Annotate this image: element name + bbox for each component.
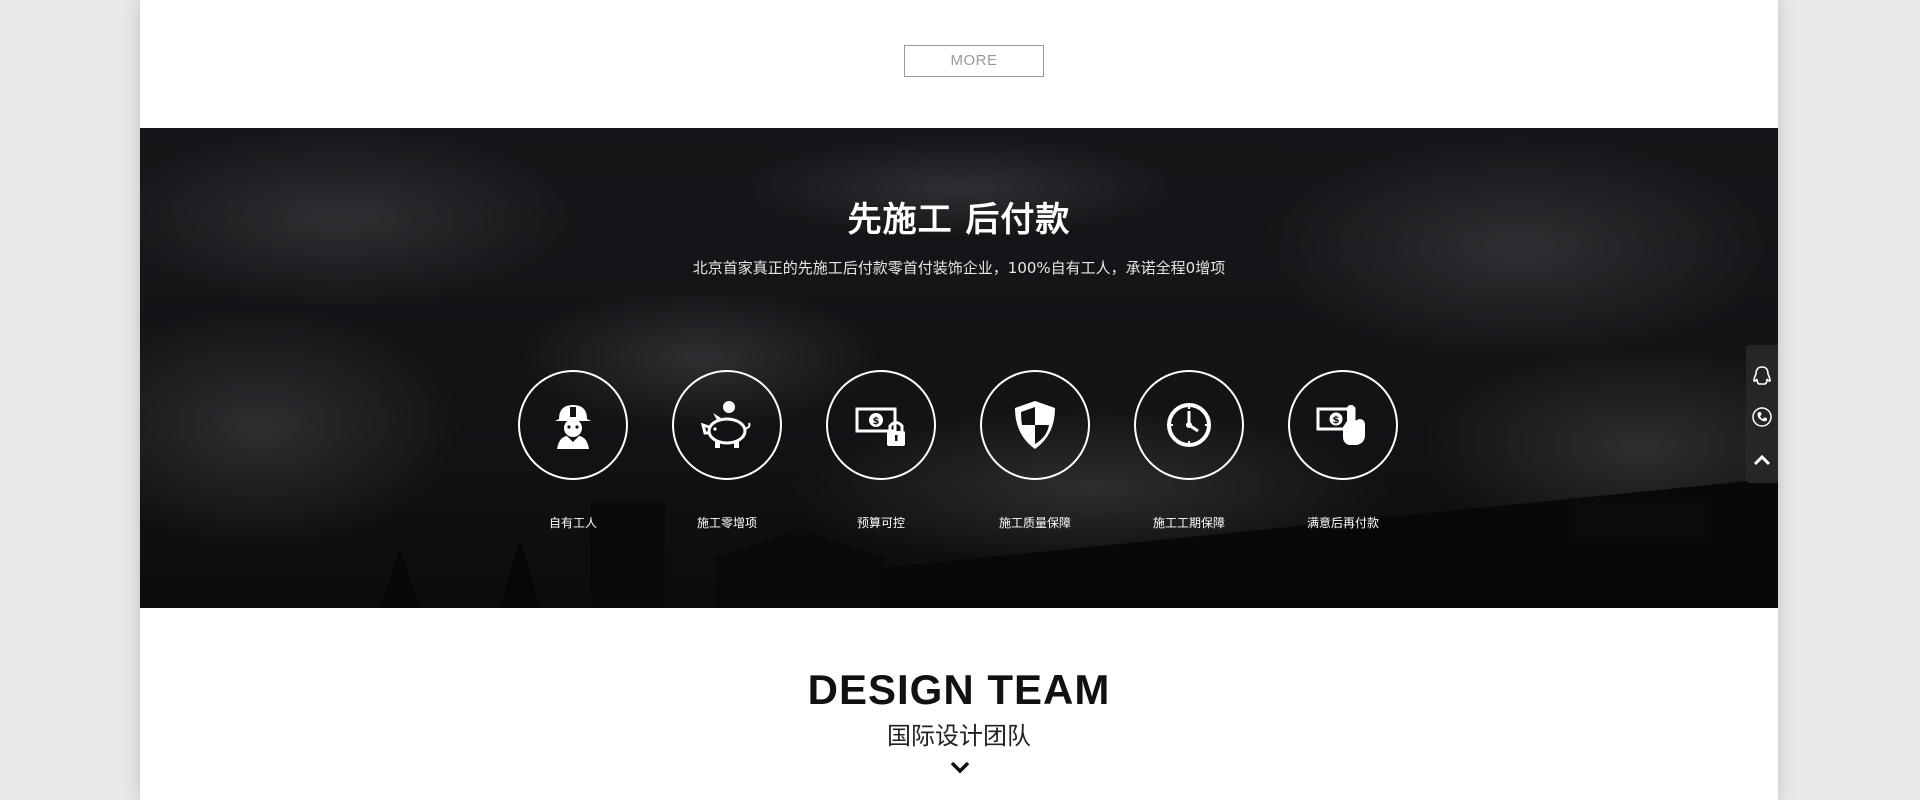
feature-item[interactable]: $ 满意后再付款 (1288, 370, 1398, 531)
phone-button[interactable] (1746, 400, 1778, 434)
chevron-up-icon (1753, 454, 1771, 466)
team-section-title: DESIGN TEAM (807, 666, 1111, 713)
feature-label: 预算可控 (856, 516, 905, 530)
feature-icon-circle[interactable]: $ (826, 370, 936, 480)
feature-item[interactable]: 施工零增项 (672, 370, 782, 531)
feature-label: 施工零增项 (696, 516, 757, 530)
qq-penguin-icon (1753, 366, 1771, 385)
more-button[interactable]: MORE (904, 45, 1044, 77)
chevron-down-icon[interactable] (950, 760, 970, 774)
clock-icon (1167, 403, 1211, 447)
phone-icon (1752, 407, 1772, 427)
promo-banner: 先施工 后付款 北京首家真正的先施工后付款零首付装饰企业，100%自有工人，承诺… (140, 128, 1778, 608)
feature-label: 自有工人 (548, 516, 597, 530)
piggy-bank-icon (700, 401, 751, 448)
feature-list: 自有工人 施工零增项 $ 预算可控 施工质量保障 施工工期保障 $ 满意后再付款 (518, 370, 1400, 540)
feature-item[interactable]: $ 预算可控 (826, 370, 936, 531)
feature-label: 施工质量保障 (998, 516, 1071, 530)
money-lock-icon: $ (855, 407, 905, 446)
worker-helmet-icon (555, 405, 591, 449)
page-container: MORE 先施工 后付款 北京首家真正的先施工后付款零首付装饰企业，100%自有… (140, 0, 1778, 800)
banner-title: 先施工 后付款 (847, 200, 1071, 240)
feature-icon-circle[interactable] (1134, 370, 1244, 480)
shield-icon (1015, 401, 1055, 449)
feature-item[interactable]: 自有工人 (518, 370, 628, 531)
feature-item[interactable]: 施工工期保障 (1134, 370, 1244, 531)
feature-label: 施工工期保障 (1152, 516, 1225, 530)
team-section-subtitle: 国际设计团队 (887, 722, 1031, 750)
feature-label: 满意后再付款 (1306, 516, 1379, 530)
banner-subtitle: 北京首家真正的先施工后付款零首付装饰企业，100%自有工人，承诺全程0增项 (692, 259, 1226, 277)
feature-icon-circle[interactable] (980, 370, 1090, 480)
feature-icon-circle[interactable]: $ (1288, 370, 1398, 480)
feature-icon-circle[interactable] (518, 370, 628, 480)
back-to-top-button[interactable] (1746, 443, 1778, 477)
svg-text:$: $ (873, 416, 880, 427)
svg-text:$: $ (1333, 415, 1340, 426)
feature-item[interactable]: 施工质量保障 (980, 370, 1090, 531)
money-hand-icon: $ (1316, 405, 1365, 445)
qq-button[interactable] (1746, 359, 1778, 393)
feature-icon-circle[interactable] (672, 370, 782, 480)
side-float-widget (1746, 345, 1778, 483)
